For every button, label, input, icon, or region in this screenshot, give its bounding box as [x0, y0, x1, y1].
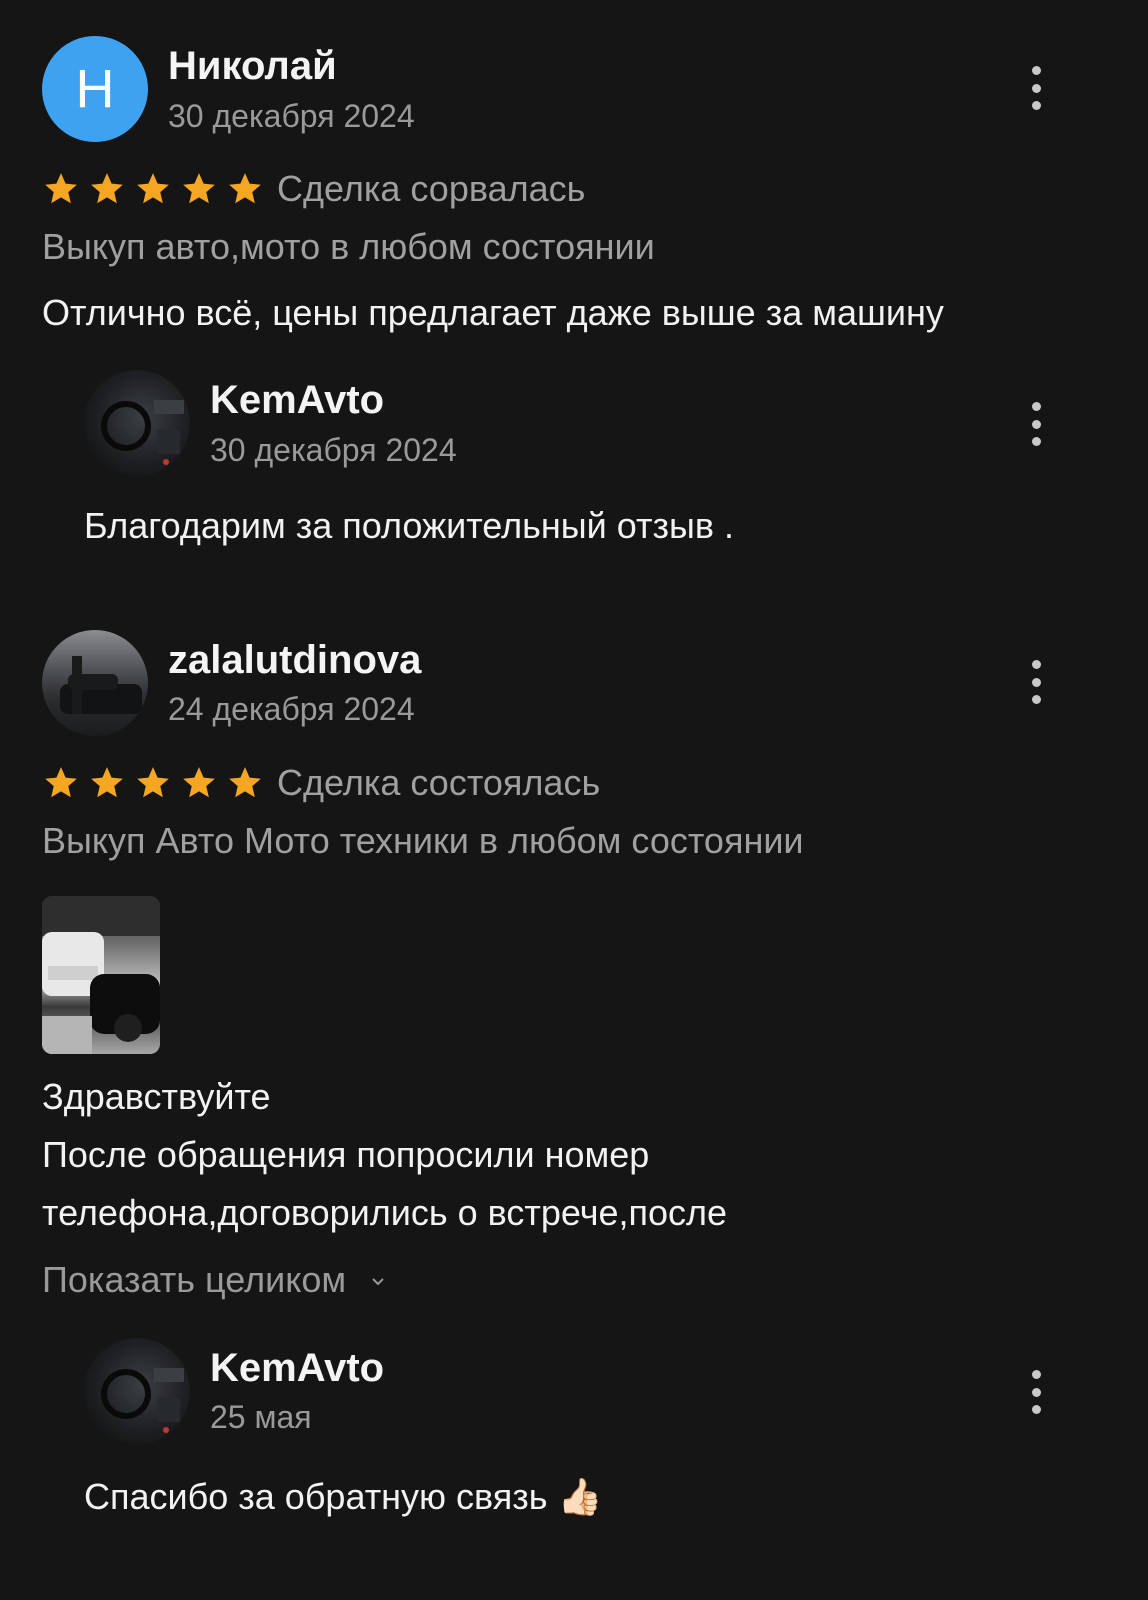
reply-date: 30 декабря 2024	[210, 432, 457, 468]
car-photo-icon	[60, 656, 142, 714]
more-vertical-icon[interactable]	[1024, 66, 1048, 110]
rating-stars	[42, 170, 264, 208]
star-icon	[229, 173, 261, 204]
more-vertical-icon[interactable]	[1024, 402, 1048, 446]
service-name[interactable]: Выкуп Авто Мото техники в любом состояни…	[42, 820, 804, 862]
more-vertical-icon[interactable]	[1024, 660, 1048, 704]
reply-text: Благодарим за положительный отзыв .	[84, 505, 734, 546]
avatar[interactable]: Н	[42, 36, 148, 142]
star-icon	[137, 767, 169, 798]
review-author[interactable]: zalalutdinova	[168, 638, 421, 683]
review-photo[interactable]	[42, 896, 160, 1054]
rating-stars	[42, 764, 264, 802]
deal-status: Сделка состоялась	[277, 762, 601, 803]
review-author[interactable]: Николай	[168, 44, 337, 89]
star-icon	[91, 173, 123, 204]
show-more-label: Показать целиком	[42, 1259, 347, 1300]
service-name[interactable]: Выкуп авто,мото в любом состоянии	[42, 226, 655, 268]
star-icon	[183, 767, 215, 798]
avatar[interactable]	[84, 1338, 190, 1444]
show-more-button[interactable]: Показать целиком	[42, 1259, 386, 1301]
avatar[interactable]	[84, 370, 190, 476]
deal-status: Сделка сорвалась	[277, 168, 586, 209]
review-text-line: телефона,договорились о встрече,после	[42, 1192, 728, 1233]
star-icon	[45, 767, 77, 798]
star-icon	[45, 173, 77, 204]
review-text-line: После обращения попросили номер	[42, 1134, 650, 1175]
reply-date: 25 мая	[210, 1399, 312, 1435]
more-vertical-icon[interactable]	[1024, 1370, 1048, 1414]
star-icon	[183, 173, 215, 204]
avatar-letter: Н	[75, 59, 115, 119]
steering-wheel-icon	[101, 400, 184, 465]
car-photo-icon	[42, 896, 160, 1054]
reply-text: Спасибо за обратную связь 👍🏻	[84, 1476, 603, 1517]
review-date: 30 декабря 2024	[168, 98, 415, 134]
review-text: Отлично всё, цены предлагает даже выше з…	[42, 292, 944, 333]
review-date: 24 декабря 2024	[168, 691, 415, 727]
reply-author[interactable]: KemAvto	[210, 378, 384, 423]
star-icon	[91, 767, 123, 798]
star-icon	[229, 767, 261, 798]
star-icon	[137, 173, 169, 204]
avatar[interactable]	[42, 630, 148, 736]
steering-wheel-icon	[101, 1368, 184, 1433]
chevron-down-icon	[372, 1278, 384, 1286]
review-text-line: Здравствуйте	[42, 1076, 271, 1117]
reply-author[interactable]: KemAvto	[210, 1346, 384, 1391]
